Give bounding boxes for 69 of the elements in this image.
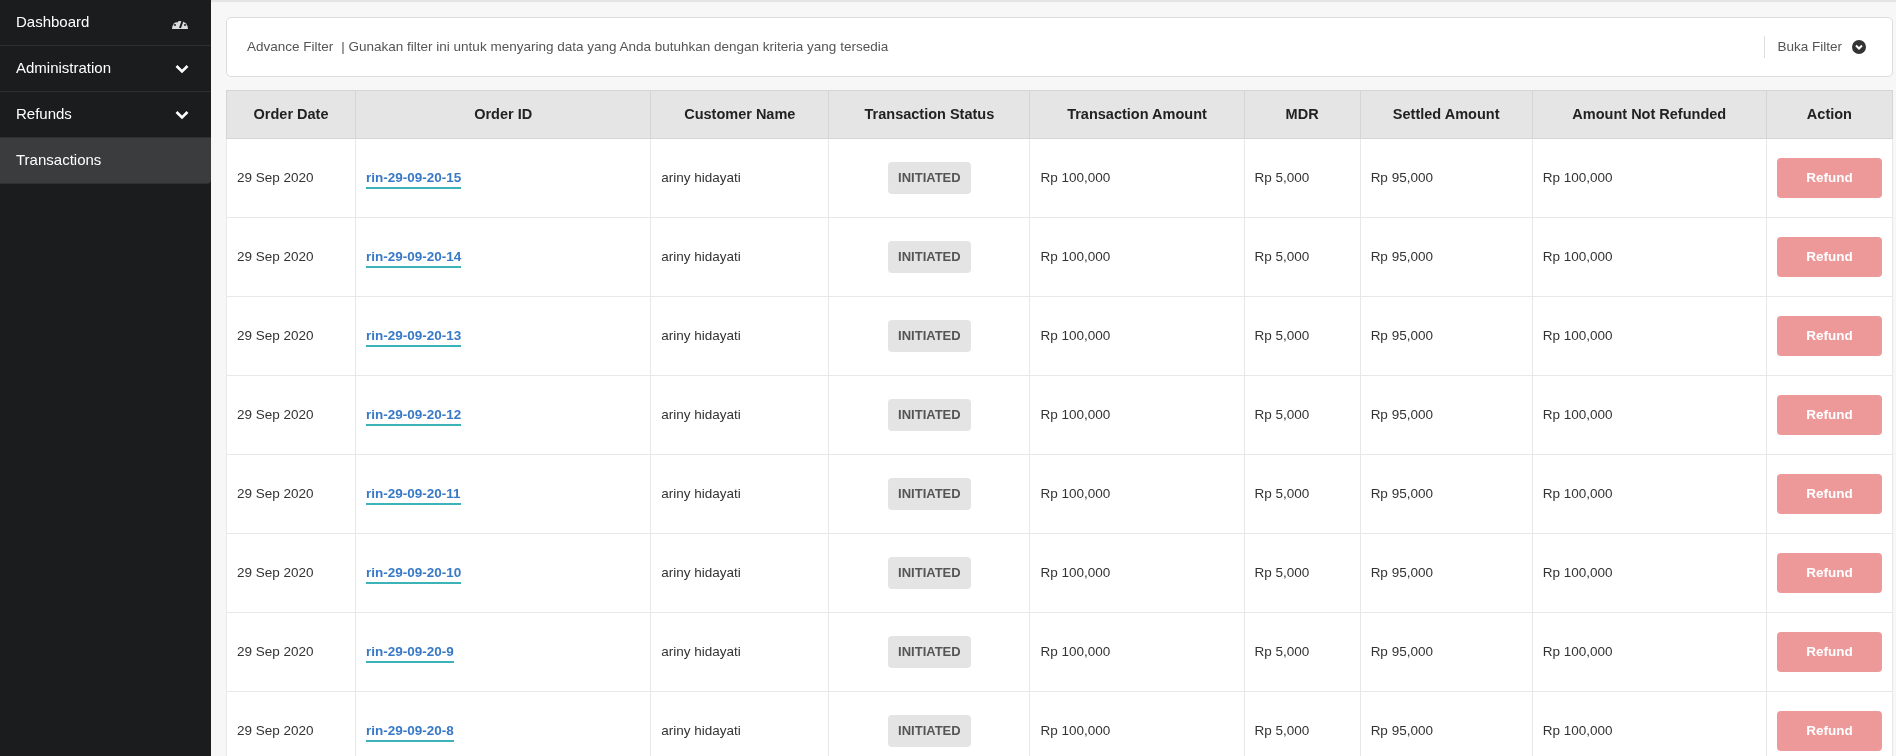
- status-badge: INITIATED: [888, 557, 971, 589]
- status-badge: INITIATED: [888, 636, 971, 668]
- column-header: Transaction Amount: [1029, 90, 1245, 139]
- column-header: Settled Amount: [1360, 90, 1533, 139]
- table-cell: Rp 100,000: [1029, 612, 1245, 692]
- table-cell: Rp 5,000: [1244, 138, 1361, 218]
- table-cell: ariny hidayati: [650, 454, 829, 534]
- table-cell: ariny hidayati: [650, 612, 829, 692]
- column-header: Amount Not Refunded: [1532, 90, 1767, 139]
- table-cell: Rp 100,000: [1029, 533, 1245, 613]
- table-cell: Rp 95,000: [1360, 612, 1533, 692]
- table-cell: Rp 95,000: [1360, 454, 1533, 534]
- table-cell: Rp 5,000: [1244, 296, 1361, 376]
- sidebar-item[interactable]: Dashboard: [0, 0, 211, 46]
- table-cell: 29 Sep 2020: [226, 375, 356, 455]
- table-cell: Rp 5,000: [1244, 375, 1361, 455]
- column-header: Order Date: [226, 90, 356, 139]
- status-badge: INITIATED: [888, 241, 971, 273]
- status-badge: INITIATED: [888, 162, 971, 194]
- column-header: Customer Name: [650, 90, 829, 139]
- sidebar-item[interactable]: Transactions: [0, 138, 211, 184]
- table-cell: Rp 100,000: [1532, 533, 1767, 613]
- table-cell: Rp 100,000: [1029, 217, 1245, 297]
- table-cell: Rp 95,000: [1360, 296, 1533, 376]
- filter-title: Advance Filter: [247, 37, 334, 56]
- chevron-down-icon: [1852, 40, 1866, 54]
- table-cell: 29 Sep 2020: [226, 533, 356, 613]
- table-cell: 29 Sep 2020: [226, 454, 356, 534]
- table-cell: Rp 100,000: [1029, 138, 1245, 218]
- sidebar-item[interactable]: Administration: [0, 46, 211, 92]
- table-cell: ariny hidayati: [650, 138, 829, 218]
- table-cell: Rp 5,000: [1244, 612, 1361, 692]
- table-cell: ariny hidayati: [650, 217, 829, 297]
- table-cell: ariny hidayati: [650, 296, 829, 376]
- filter-description: | Gunakan filter ini untuk menyaring data yang Anda butuhkan dengan kriteria yang tersedia: [341, 37, 889, 56]
- table-cell: Rp 100,000: [1029, 375, 1245, 455]
- table-cell: 29 Sep 2020: [226, 217, 356, 297]
- table-cell: ariny hidayati: [650, 533, 829, 613]
- table-cell: 29 Sep 2020: [226, 691, 356, 756]
- table-cell: ariny hidayati: [650, 375, 829, 455]
- table-cell: Rp 100,000: [1532, 375, 1767, 455]
- status-badge: INITIATED: [888, 715, 971, 747]
- status-badge: INITIATED: [888, 320, 971, 352]
- table-cell: Rp 100,000: [1029, 454, 1245, 534]
- table-cell: Rp 100,000: [1532, 296, 1767, 376]
- table-cell: Rp 95,000: [1360, 138, 1533, 218]
- table-cell: Rp 95,000: [1360, 533, 1533, 613]
- column-header: Order ID: [355, 90, 651, 139]
- table-cell: 29 Sep 2020: [226, 296, 356, 376]
- table-cell: Rp 95,000: [1360, 375, 1533, 455]
- table-cell: Rp 100,000: [1029, 296, 1245, 376]
- column-header: Action: [1766, 90, 1893, 139]
- chevron-down-icon: [175, 63, 189, 74]
- table-cell: Rp 95,000: [1360, 217, 1533, 297]
- table-cell: Rp 100,000: [1532, 138, 1767, 218]
- table-cell: 29 Sep 2020: [226, 612, 356, 692]
- table-cell: Rp 5,000: [1244, 217, 1361, 297]
- chevron-down-icon: [175, 109, 189, 120]
- table-cell: 29 Sep 2020: [226, 138, 356, 218]
- table-cell: Rp 100,000: [1532, 454, 1767, 534]
- table-cell: Rp 100,000: [1532, 217, 1767, 297]
- open-filter-button[interactable]: Buka Filter: [1764, 35, 1872, 59]
- column-header: Transaction Status: [828, 90, 1030, 139]
- column-header: MDR: [1244, 90, 1361, 139]
- status-badge: INITIATED: [888, 399, 971, 431]
- table-cell: Rp 100,000: [1532, 612, 1767, 692]
- table-cell: Rp 5,000: [1244, 533, 1361, 613]
- status-badge: INITIATED: [888, 478, 971, 510]
- table-cell: Rp 5,000: [1244, 454, 1361, 534]
